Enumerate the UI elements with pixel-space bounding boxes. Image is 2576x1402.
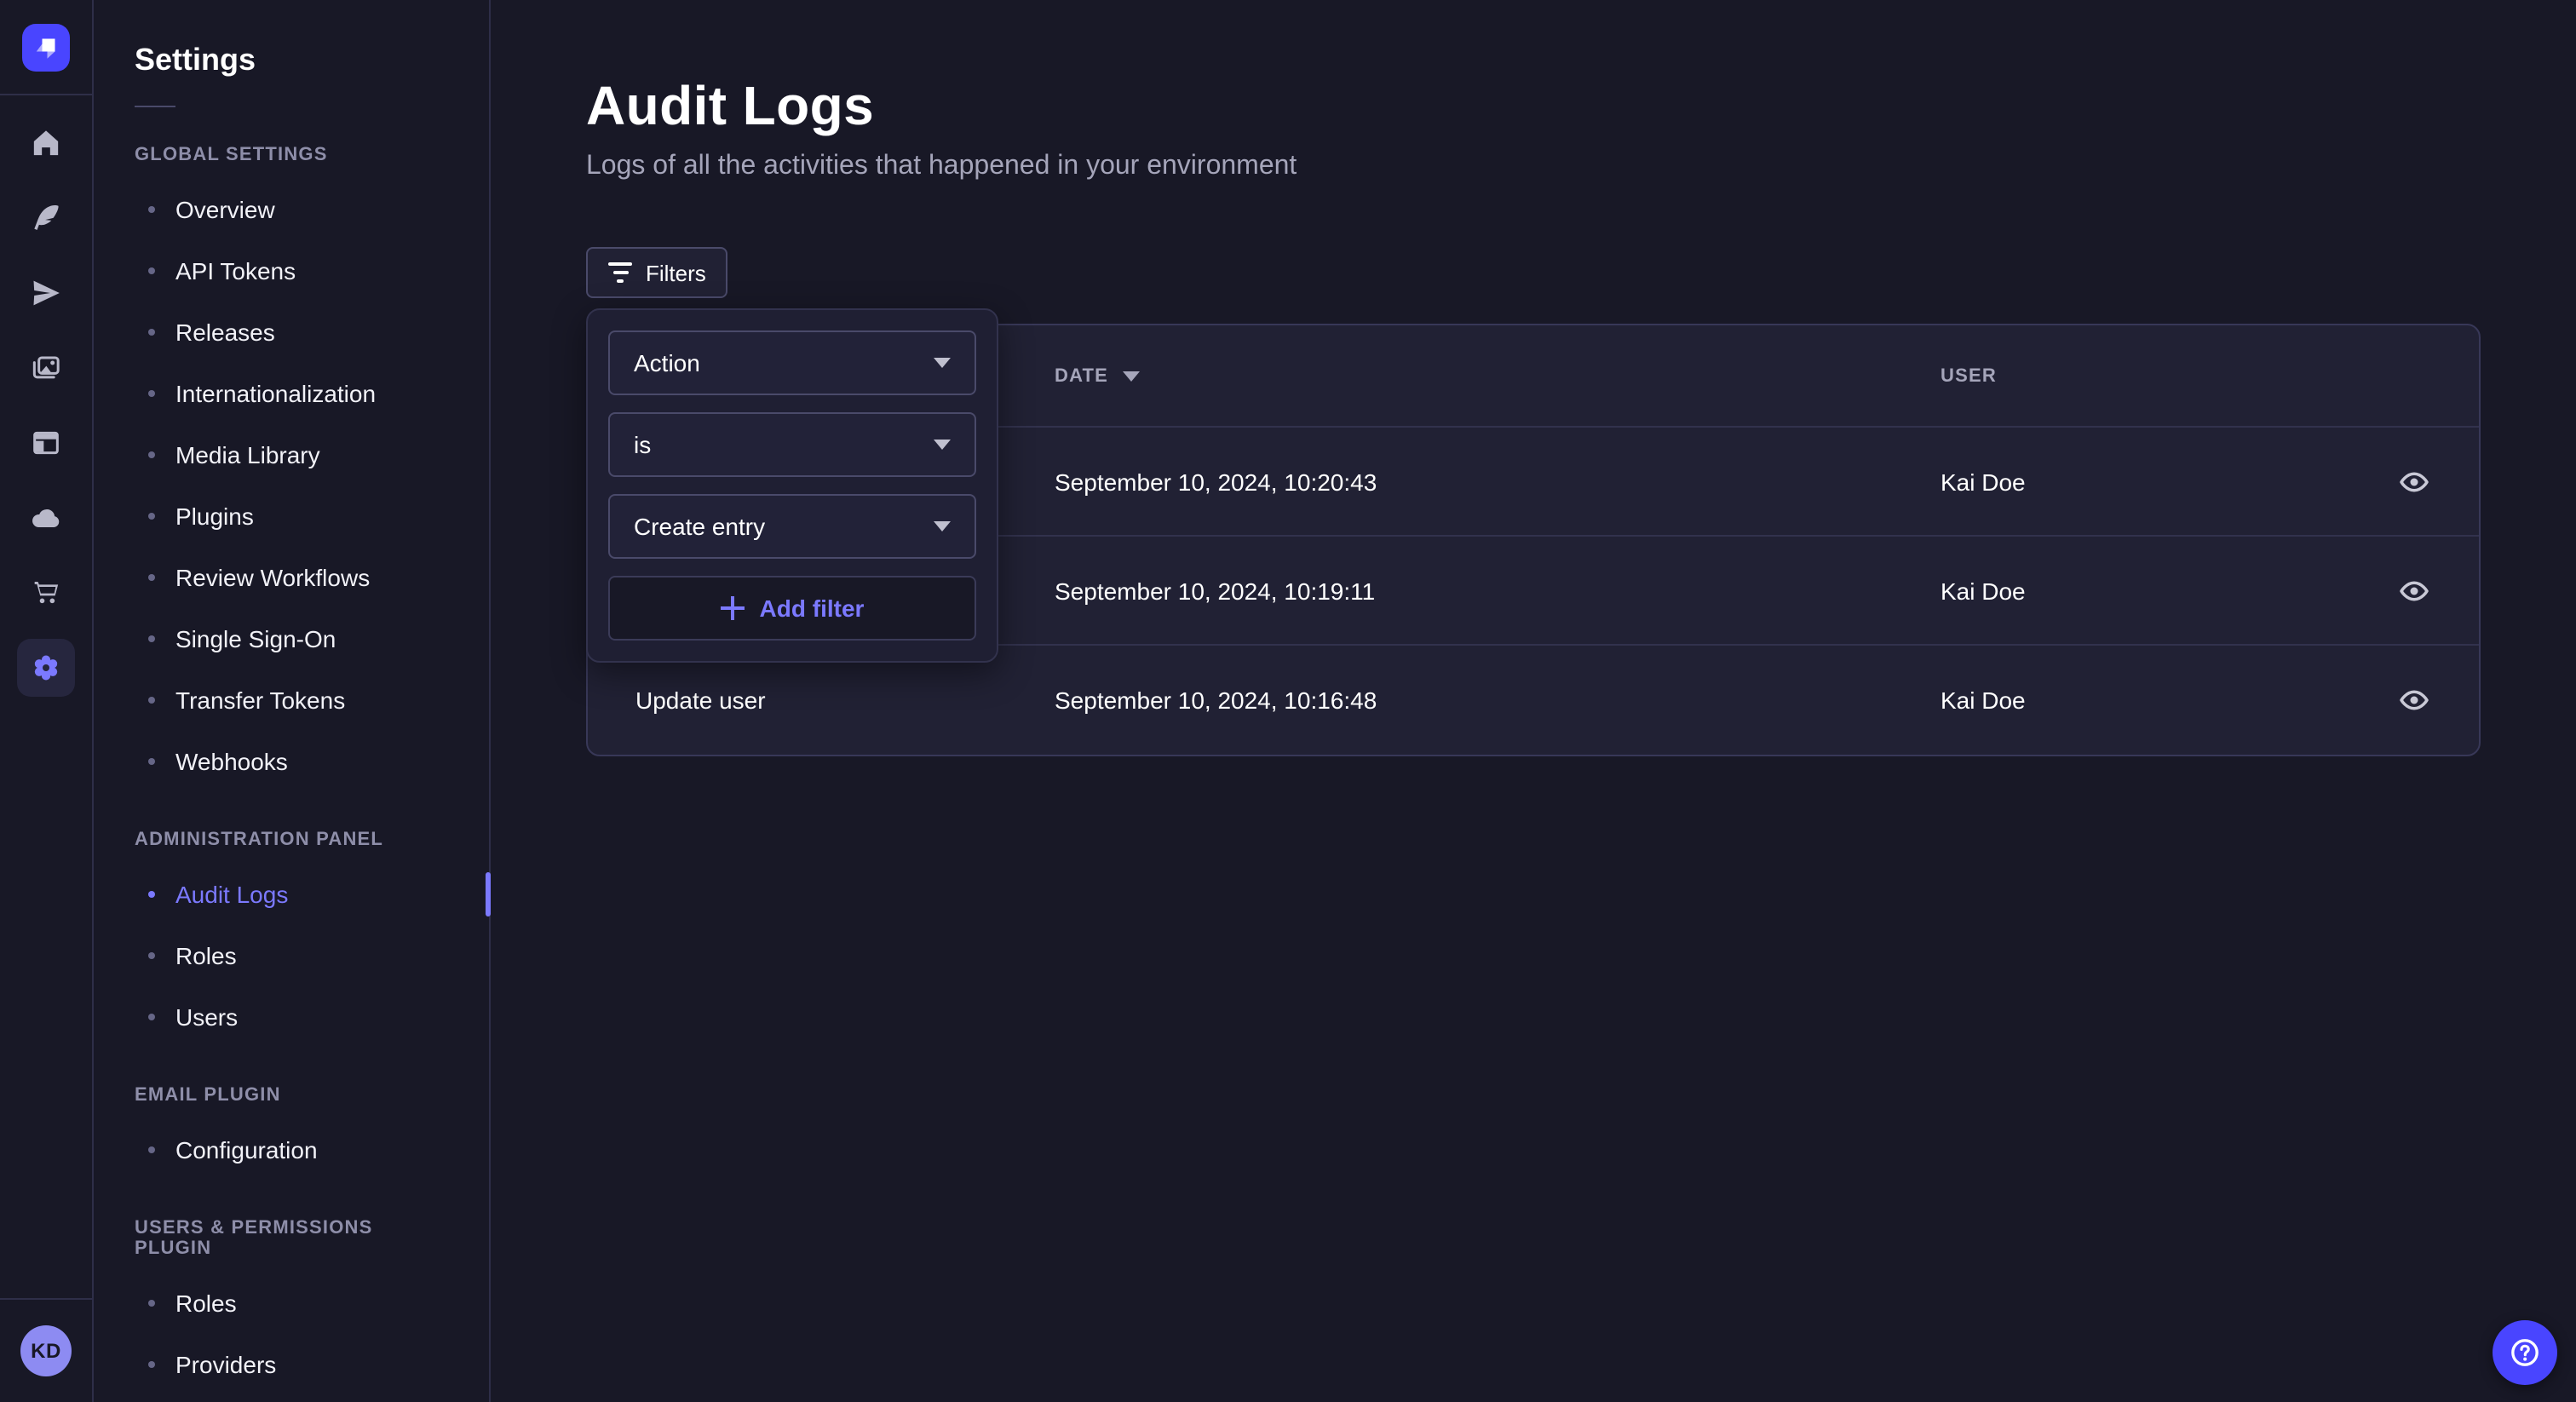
section-heading-administration-panel: ADMINISTRATION PANEL xyxy=(94,830,489,850)
bullet-dot xyxy=(148,451,155,458)
main-content: Audit Logs Logs of all the activities th… xyxy=(491,0,2576,1402)
eye-icon xyxy=(2399,575,2429,606)
pictures-icon[interactable] xyxy=(17,339,75,397)
column-header-date-label: DATE xyxy=(1055,365,1108,386)
chevron-down-icon xyxy=(934,440,951,450)
settings-sidebar-header: Settings xyxy=(94,0,489,107)
cell-user: Kai Doe xyxy=(1893,577,2322,604)
cloud-icon[interactable] xyxy=(17,489,75,547)
sidebar-item-review-workflows[interactable]: Review Workflows xyxy=(94,547,489,608)
bullet-dot xyxy=(148,891,155,898)
sidebar-item-audit-logs[interactable]: Audit Logs xyxy=(94,864,489,925)
sidebar-title-divider xyxy=(135,106,175,107)
cell-user: Kai Doe xyxy=(1893,468,2322,495)
strapi-logo[interactable] xyxy=(22,23,70,71)
sidebar-item-api-tokens[interactable]: API Tokens xyxy=(94,240,489,302)
bullet-dot xyxy=(148,1014,155,1020)
sidebar-item-webhooks[interactable]: Webhooks xyxy=(94,731,489,792)
filter-operator-select[interactable]: is xyxy=(608,412,976,477)
filter-popover: Action is Create entry Add filter xyxy=(586,308,998,663)
sidebar-item-plugins[interactable]: Plugins xyxy=(94,486,489,547)
view-log-button[interactable] xyxy=(2390,566,2438,614)
bullet-dot xyxy=(148,697,155,704)
rail-nav xyxy=(0,95,92,1298)
sidebar-item-roles-up[interactable]: Roles xyxy=(94,1273,489,1334)
sidebar-item-providers[interactable]: Providers xyxy=(94,1334,489,1395)
page-header: Audit Logs Logs of all the activities th… xyxy=(491,0,2576,182)
chevron-down-icon xyxy=(934,358,951,368)
settings-sidebar: Settings GLOBAL SETTINGS Overview API To… xyxy=(94,0,491,1402)
cell-user: Kai Doe xyxy=(1893,687,2322,714)
bullet-dot xyxy=(148,952,155,959)
strapi-logo-icon xyxy=(31,32,61,62)
viewport: KD Settings GLOBAL SETTINGS Overview API… xyxy=(0,0,2576,1402)
bullet-dot xyxy=(148,329,155,336)
filter-field-select[interactable]: Action xyxy=(608,330,976,395)
strapi-admin-app: KD Settings GLOBAL SETTINGS Overview API… xyxy=(0,0,2576,1402)
sort-desc-icon[interactable] xyxy=(1122,371,1139,381)
bullet-dot xyxy=(148,1146,155,1153)
sidebar-item-releases[interactable]: Releases xyxy=(94,302,489,363)
sidebar-item-users[interactable]: Users xyxy=(94,986,489,1048)
eye-icon xyxy=(2399,466,2429,497)
section-heading-global-settings: GLOBAL SETTINGS xyxy=(94,145,489,165)
filter-operator-value: is xyxy=(634,431,651,458)
filters-button-label: Filters xyxy=(646,260,706,285)
sidebar-item-media-library[interactable]: Media Library xyxy=(94,424,489,486)
home-icon[interactable] xyxy=(17,114,75,172)
sidebar-item-overview[interactable]: Overview xyxy=(94,179,489,240)
bullet-dot xyxy=(148,574,155,581)
filter-icon xyxy=(608,262,632,283)
layout-icon[interactable] xyxy=(17,414,75,472)
view-log-button[interactable] xyxy=(2390,676,2438,724)
filter-value: Create entry xyxy=(634,513,765,540)
section-heading-email-plugin: EMAIL PLUGIN xyxy=(94,1085,489,1106)
rail-logo-section xyxy=(0,0,92,95)
bullet-dot xyxy=(148,390,155,397)
section-heading-users-permissions-plugin: USERS & PERMISSIONS PLUGIN xyxy=(94,1218,489,1259)
avatar[interactable]: KD xyxy=(20,1325,72,1376)
bullet-dot xyxy=(148,206,155,213)
cell-date: September 10, 2024, 10:20:43 xyxy=(1007,468,1893,495)
eye-icon xyxy=(2399,685,2429,715)
cell-action: Update user xyxy=(588,687,1007,714)
add-filter-label: Add filter xyxy=(760,595,865,622)
bullet-dot xyxy=(148,513,155,520)
view-log-button[interactable] xyxy=(2390,457,2438,505)
feather-icon[interactable] xyxy=(17,189,75,247)
chevron-down-icon xyxy=(934,521,951,531)
column-header-user: USER xyxy=(1893,365,2322,386)
sidebar-item-internationalization[interactable]: Internationalization xyxy=(94,363,489,424)
sidebar-item-configuration[interactable]: Configuration xyxy=(94,1119,489,1181)
cell-date: September 10, 2024, 10:19:11 xyxy=(1007,577,1893,604)
help-button[interactable] xyxy=(2493,1320,2557,1385)
cell-date: September 10, 2024, 10:16:48 xyxy=(1007,687,1893,714)
question-mark-icon xyxy=(2508,1336,2542,1370)
column-header-date[interactable]: DATE xyxy=(1007,365,1893,386)
bullet-dot xyxy=(148,1361,155,1368)
bullet-dot xyxy=(148,758,155,765)
filter-value-select[interactable]: Create entry xyxy=(608,494,976,559)
cart-icon[interactable] xyxy=(17,564,75,622)
page-title: Audit Logs xyxy=(586,75,2481,138)
sidebar-item-single-sign-on[interactable]: Single Sign-On xyxy=(94,608,489,669)
sidebar-item-transfer-tokens[interactable]: Transfer Tokens xyxy=(94,669,489,731)
bullet-dot xyxy=(148,267,155,274)
plus-icon xyxy=(721,596,745,620)
page-subtitle: Logs of all the activities that happened… xyxy=(586,152,2481,182)
sidebar-item-roles-admin[interactable]: Roles xyxy=(94,925,489,986)
add-filter-button[interactable]: Add filter xyxy=(608,576,976,641)
filters-button[interactable]: Filters xyxy=(586,247,728,298)
paper-plane-icon[interactable] xyxy=(17,264,75,322)
bullet-dot xyxy=(148,635,155,642)
bullet-dot xyxy=(148,1300,155,1307)
filter-field-value: Action xyxy=(634,349,700,376)
sidebar-title: Settings xyxy=(135,43,448,78)
icon-rail: KD xyxy=(0,0,94,1402)
rail-profile-section: KD xyxy=(0,1298,92,1402)
gear-icon[interactable] xyxy=(17,639,75,697)
